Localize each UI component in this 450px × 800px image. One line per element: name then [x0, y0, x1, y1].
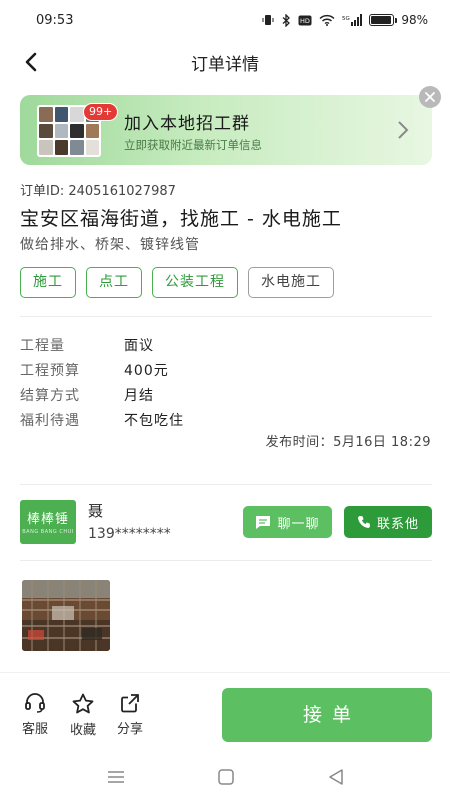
- divider: [20, 484, 432, 485]
- construction-site-image: [22, 580, 110, 651]
- contact-name: 聂: [88, 502, 104, 520]
- chat-button-label: 聊一聊: [277, 516, 320, 532]
- banner-title: 加入本地招工群: [124, 114, 250, 134]
- publish-time: 发布时间：5月16日 18:29: [265, 435, 431, 450]
- detail-row: 结算方式 月结: [20, 382, 184, 407]
- detail-value: 400元: [124, 362, 169, 379]
- share-icon: [121, 694, 139, 713]
- status-time: 09:53: [36, 12, 74, 28]
- tag: 施工: [20, 267, 76, 298]
- chevron-right-icon: [398, 121, 409, 139]
- order-details: 工程量 面议 工程预算 400元 结算方式 月结 福利待遇 不包吃住: [20, 332, 184, 432]
- service-button[interactable]: 客服: [15, 693, 55, 737]
- detail-label: 工程预算: [20, 362, 80, 379]
- divider: [20, 560, 432, 561]
- order-title: 宝安区福海街道，找施工 - 水电施工: [20, 208, 342, 230]
- order-description: 做给排水、桥架、镀锌线管: [20, 237, 200, 253]
- system-nav-bar: [0, 754, 450, 800]
- star-icon: [72, 693, 94, 714]
- share-label: 分享: [116, 722, 143, 737]
- detail-row: 福利待遇 不包吃住: [20, 407, 184, 432]
- chat-bubble-icon: [256, 515, 271, 529]
- tag: 公装工程: [152, 267, 238, 298]
- banner-subtitle: 立即获取附近最新订单信息: [124, 138, 262, 152]
- 5g-signal-icon: 5G: [342, 14, 363, 26]
- accept-order-button[interactable]: 接单: [222, 688, 432, 742]
- order-photo[interactable]: [22, 580, 110, 651]
- phone-icon: [357, 516, 370, 528]
- unread-badge: 99+: [83, 103, 119, 121]
- bottom-action-bar: 客服 收藏 分享 接单: [0, 672, 450, 754]
- svg-text:HD: HD: [300, 17, 310, 25]
- service-label: 客服: [21, 722, 48, 737]
- join-group-banner[interactable]: 99+ 加入本地招工群 立即获取附近最新订单信息: [20, 95, 432, 165]
- menu-icon[interactable]: [106, 768, 126, 786]
- back-triangle-icon[interactable]: [326, 768, 346, 786]
- contact-phone: 139********: [88, 526, 171, 542]
- logo-text: 棒棒锤: [26, 512, 69, 527]
- home-icon[interactable]: [216, 768, 236, 786]
- favorite-button[interactable]: 收藏: [63, 693, 103, 738]
- svg-text:5G: 5G: [342, 16, 350, 22]
- share-button[interactable]: 分享: [110, 693, 150, 737]
- call-button-label: 联系他: [376, 516, 419, 532]
- detail-value: 月结: [124, 387, 154, 404]
- status-icons: HD 5G 98%: [262, 13, 428, 27]
- chat-button[interactable]: 聊一聊: [243, 506, 332, 538]
- headset-icon: [25, 693, 45, 713]
- top-app-bar: 订单详情: [0, 40, 450, 84]
- detail-label: 结算方式: [20, 387, 80, 404]
- banner-close-button[interactable]: [419, 86, 441, 108]
- hd-icon: HD: [298, 15, 312, 25]
- call-button[interactable]: 联系他: [344, 506, 432, 538]
- divider: [20, 316, 432, 317]
- wifi-icon: [319, 14, 335, 26]
- detail-label: 福利待遇: [20, 412, 80, 429]
- logo-subtext: BANG BANG CHUI: [22, 529, 74, 535]
- order-id: 订单ID: 2405161027987: [20, 184, 176, 199]
- detail-row: 工程量 面议: [20, 332, 184, 357]
- contact-avatar: 棒棒锤 BANG BANG CHUI: [20, 500, 76, 544]
- page-title: 订单详情: [191, 54, 259, 75]
- detail-value: 面议: [124, 337, 154, 354]
- tag: 水电施工: [248, 267, 334, 298]
- detail-label: 工程量: [20, 337, 65, 354]
- battery-icon: [369, 14, 398, 26]
- close-icon: [425, 92, 435, 102]
- tag: 点工: [86, 267, 142, 298]
- chevron-left-icon[interactable]: [20, 50, 44, 74]
- vibrate-icon: [262, 15, 274, 25]
- battery-percent: 98%: [401, 13, 428, 27]
- order-tags: 施工 点工 公装工程 水电施工: [20, 267, 334, 298]
- detail-value: 不包吃住: [124, 412, 184, 429]
- bluetooth-icon: [282, 13, 291, 27]
- status-bar: 09:53 HD 5G 98%: [0, 0, 450, 40]
- detail-row: 工程预算 400元: [20, 357, 184, 382]
- favorite-label: 收藏: [69, 723, 96, 738]
